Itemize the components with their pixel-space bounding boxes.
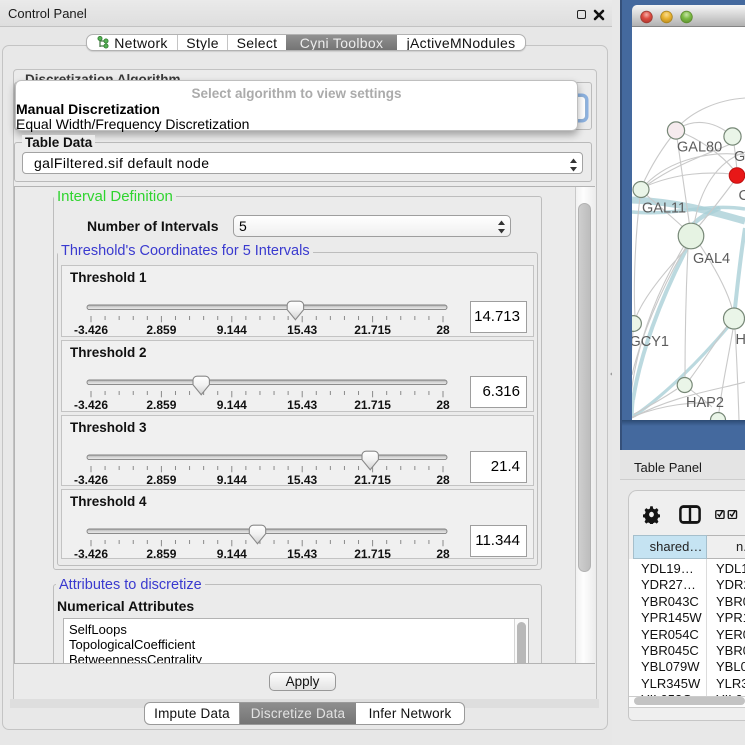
- svg-text:21.715: 21.715: [354, 473, 391, 487]
- svg-text:15.43: 15.43: [287, 398, 317, 412]
- svg-text:15.43: 15.43: [287, 473, 317, 487]
- svg-text:-3.426: -3.426: [74, 547, 108, 561]
- svg-text:-3.426: -3.426: [74, 473, 108, 487]
- svg-text:GAL4: GAL4: [693, 251, 730, 267]
- svg-text:21.715: 21.715: [354, 398, 391, 412]
- svg-text:GAL80: GAL80: [677, 140, 722, 156]
- svg-text:HAP2: HAP2: [686, 395, 724, 411]
- svg-text:9.144: 9.144: [217, 547, 247, 561]
- svg-text:9.144: 9.144: [217, 323, 247, 337]
- svg-text:Threshold 2: Threshold 2: [70, 345, 147, 360]
- svg-text:15.43: 15.43: [287, 323, 317, 337]
- svg-text:15.43: 15.43: [287, 547, 317, 561]
- svg-text:9.144: 9.144: [217, 398, 247, 412]
- svg-text:28: 28: [436, 547, 450, 561]
- svg-text:21.715: 21.715: [354, 323, 391, 337]
- svg-text:28: 28: [436, 398, 450, 412]
- svg-text:28: 28: [436, 473, 450, 487]
- svg-text:Threshold 1: Threshold 1: [70, 270, 147, 285]
- svg-text:2.859: 2.859: [146, 473, 176, 487]
- svg-text:2.859: 2.859: [146, 323, 176, 337]
- svg-text:Threshold 4: Threshold 4: [70, 494, 147, 509]
- svg-text:2.859: 2.859: [146, 547, 176, 561]
- svg-text:GCY1: GCY1: [632, 334, 669, 350]
- svg-text:2.859: 2.859: [146, 398, 176, 412]
- svg-text:GAL11: GAL11: [642, 201, 686, 217]
- svg-text:C: C: [739, 188, 745, 204]
- svg-text:9.144: 9.144: [217, 473, 247, 487]
- svg-text:21.715: 21.715: [354, 547, 391, 561]
- svg-text:GA: GA: [734, 149, 745, 165]
- svg-text:-3.426: -3.426: [74, 323, 108, 337]
- svg-text:H: H: [736, 332, 745, 348]
- svg-text:-3.426: -3.426: [74, 398, 108, 412]
- svg-text:28: 28: [436, 323, 450, 337]
- svg-text:Threshold 3: Threshold 3: [70, 420, 147, 435]
